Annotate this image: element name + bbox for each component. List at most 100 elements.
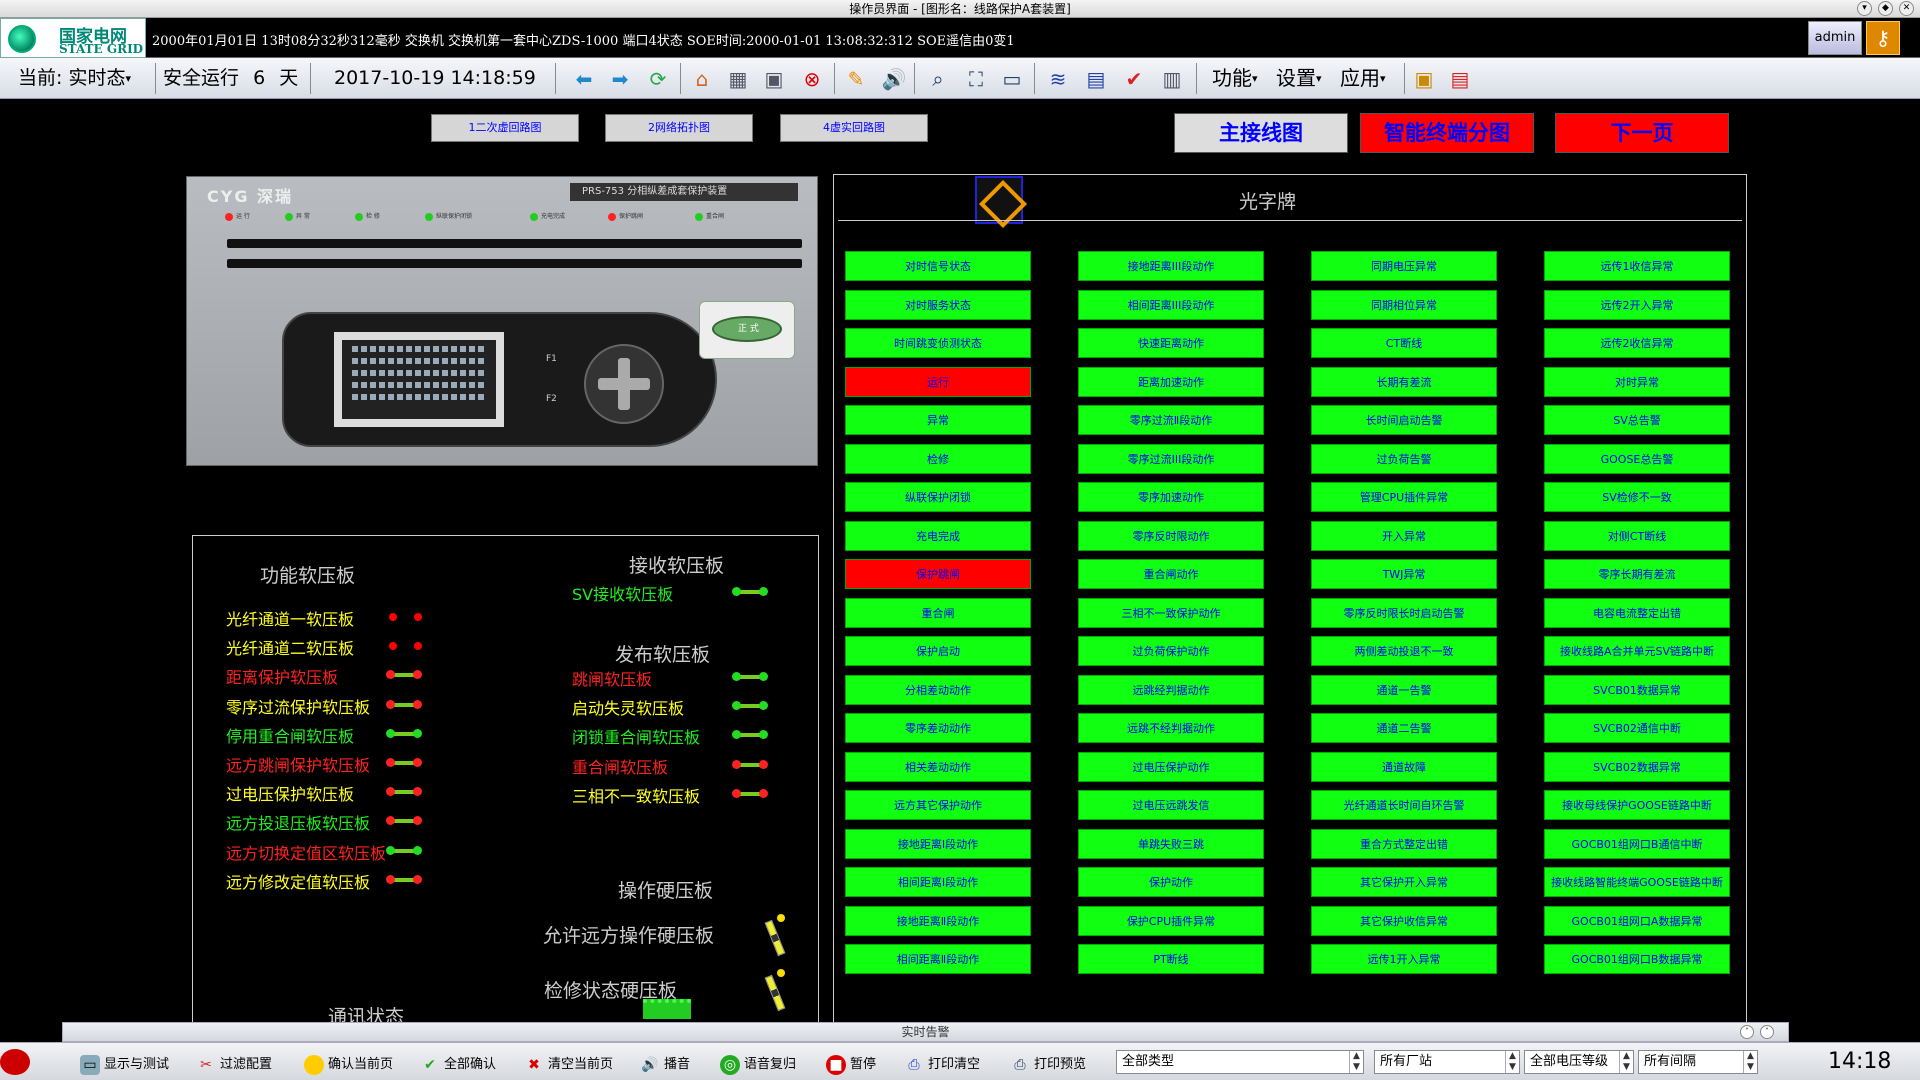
broom-icon[interactable]: ✎	[842, 65, 870, 93]
signal-tile[interactable]: 两侧差动投退不一致	[1311, 636, 1497, 666]
nav-secondary-circuit-button[interactable]: 1二次虚回路图	[431, 114, 579, 142]
signal-tile[interactable]: 相间距离Ⅰ段动作	[845, 867, 1031, 897]
signal-tile[interactable]: 远传2开入异常	[1544, 289, 1730, 320]
softboard-toggle-icon[interactable]	[732, 730, 768, 740]
signal-tile[interactable]: 检修	[845, 443, 1031, 474]
signal-tile[interactable]: 过电压远跳发信	[1078, 790, 1264, 820]
back-arrow-icon[interactable]: ⬅	[570, 65, 598, 93]
signal-tile[interactable]: 光纤通道长时间自环告警	[1311, 790, 1497, 820]
confirm-page-button[interactable]: 确认当前页	[304, 1053, 393, 1075]
display-test-button[interactable]: ▭ 显示与测试	[80, 1053, 169, 1075]
signal-tile[interactable]: 零序反时限动作	[1078, 520, 1264, 551]
signal-tile[interactable]: 对时信号状态	[845, 251, 1031, 281]
hardboard-switch-icon[interactable]	[763, 969, 786, 1013]
signal-tile[interactable]: 零序加速动作	[1078, 482, 1264, 512]
window-icon[interactable]: ▭	[998, 65, 1026, 93]
report-icon[interactable]: ▤	[1082, 65, 1110, 93]
signal-tile[interactable]: 对时服务状态	[845, 289, 1031, 320]
signal-tile[interactable]: 接地距离Ⅰ段动作	[845, 828, 1031, 859]
signal-tile[interactable]: 重合闸	[845, 597, 1031, 628]
softboard-toggle-icon[interactable]	[386, 699, 422, 709]
softboard-toggle-icon[interactable]	[386, 787, 422, 797]
print-preview-button[interactable]: ⎙ 打印预览	[1010, 1053, 1086, 1075]
minimize-icon[interactable]: ▾	[1857, 1, 1872, 16]
close-icon[interactable]: ✕	[1899, 1, 1914, 16]
image-icon[interactable]: ▣	[760, 65, 788, 93]
refresh-icon[interactable]: ⟳	[644, 65, 672, 93]
clear-page-button[interactable]: ✖ 清空当前页	[524, 1053, 613, 1075]
collapse-icon[interactable]: ˅	[1740, 1025, 1754, 1039]
signal-tile[interactable]: GOOSE总告警	[1544, 443, 1730, 474]
status-dot-icon[interactable]	[414, 642, 422, 651]
signal-tile[interactable]: 通道一告警	[1311, 674, 1497, 705]
next-page-button[interactable]: 下一页	[1555, 113, 1729, 153]
signal-tile[interactable]: 相间距离III段动作	[1078, 289, 1264, 320]
layers-icon[interactable]: ≋	[1044, 65, 1072, 93]
signal-tile[interactable]: SV检修不一致	[1544, 482, 1730, 512]
signal-tile[interactable]: 对时异常	[1544, 366, 1730, 397]
signal-tile[interactable]: SVCB02通信中断	[1544, 713, 1730, 743]
signal-tile[interactable]: 远方其它保护动作	[845, 790, 1031, 820]
signal-tile[interactable]: 同期电压异常	[1311, 251, 1497, 281]
signal-tile[interactable]: GOCB01组网口B数据异常	[1544, 944, 1730, 974]
signal-tile[interactable]: 接收母线保护GOOSE链路中断	[1544, 790, 1730, 820]
pause-button[interactable]: ■ 暂停	[826, 1053, 876, 1075]
signal-tile[interactable]: 零序过流III段动作	[1078, 443, 1264, 474]
softboard-toggle-icon[interactable]	[386, 845, 422, 855]
signal-tile[interactable]: TWJ异常	[1311, 559, 1497, 589]
voltage-filter-select[interactable]: 全部电压等级 ▲ ▼	[1524, 1050, 1634, 1074]
signal-tile[interactable]: 纵联保护闭锁	[845, 482, 1031, 512]
menu-function[interactable]: 功能▾	[1212, 64, 1258, 93]
signal-tile[interactable]: SVCB01数据异常	[1544, 674, 1730, 705]
signal-tile[interactable]: 远传1开入异常	[1311, 944, 1497, 974]
signal-tile[interactable]: 异常	[845, 405, 1031, 435]
hardboard-switch-icon[interactable]	[763, 914, 786, 958]
document-icon[interactable]: ▤	[1446, 65, 1474, 93]
smart-terminal-button[interactable]: 智能终端分图	[1360, 113, 1534, 153]
forward-arrow-icon[interactable]: ➡	[606, 65, 634, 93]
home-icon[interactable]: ⌂	[688, 65, 716, 93]
signal-tile[interactable]: 开入异常	[1311, 520, 1497, 551]
alarm-window-bar[interactable]: 实时告警 ˅ ˄	[62, 1022, 1789, 1042]
signal-tile[interactable]: 距离加速动作	[1078, 366, 1264, 397]
signal-tile[interactable]: 接地距离III段动作	[1078, 251, 1264, 281]
softboard-toggle-icon[interactable]	[386, 816, 422, 826]
user-label[interactable]: admin	[1808, 21, 1862, 55]
signal-tile[interactable]: 长时间启动告警	[1311, 405, 1497, 435]
signal-tile[interactable]: 远跳经判据动作	[1078, 674, 1264, 705]
bay-filter-select[interactable]: 所有间隔 ▲ ▼	[1638, 1050, 1758, 1074]
softboard-toggle-icon[interactable]	[386, 728, 422, 738]
zoom-icon[interactable]: ⌕	[924, 65, 952, 93]
grid-icon[interactable]: ▦	[724, 65, 752, 93]
softboard-toggle-icon[interactable]	[732, 701, 768, 711]
softboard-toggle-icon[interactable]	[732, 759, 768, 769]
print-clear-button[interactable]: ⎙ 打印清空	[904, 1053, 980, 1075]
redhat-icon[interactable]	[0, 1049, 30, 1075]
menu-settings[interactable]: 设置▾	[1276, 64, 1322, 93]
signal-tile[interactable]: 其它保护开入异常	[1311, 867, 1497, 897]
signal-tile[interactable]: 远跳不经判据动作	[1078, 713, 1264, 743]
signal-tile[interactable]: PT断线	[1078, 944, 1264, 974]
signal-tile[interactable]: 运行	[845, 366, 1031, 397]
signal-tile[interactable]: 通道故障	[1311, 751, 1497, 782]
signal-tile[interactable]: 快速距离动作	[1078, 328, 1264, 358]
calculator-icon[interactable]: ▥	[1158, 65, 1186, 93]
signal-tile[interactable]: 重合方式整定出错	[1311, 828, 1497, 859]
softboard-toggle-icon[interactable]	[732, 788, 768, 798]
confirm-all-button[interactable]: ✔ 全部确认	[420, 1053, 496, 1075]
softboard-toggle-icon[interactable]	[386, 874, 422, 884]
signal-tile[interactable]: 管理CPU插件异常	[1311, 482, 1497, 512]
status-dot-icon[interactable]	[389, 642, 397, 651]
filter-config-button[interactable]: ✂ 过滤配置	[196, 1053, 272, 1075]
move-icon[interactable]	[975, 176, 1023, 224]
signal-tile[interactable]: 重合闸动作	[1078, 559, 1264, 589]
signal-tile[interactable]: 零序过流Ⅱ段动作	[1078, 405, 1264, 435]
station-filter-select[interactable]: 所有厂站 ▲ ▼	[1374, 1050, 1520, 1074]
signal-tile[interactable]: 接地距离Ⅱ段动作	[845, 905, 1031, 936]
signal-tile[interactable]: 远传1收信异常	[1544, 251, 1730, 281]
mode-selector[interactable]: 当前: 实时态▾	[18, 64, 131, 93]
signal-tile[interactable]: 充电完成	[845, 520, 1031, 551]
signal-tile[interactable]: 其它保护收信异常	[1311, 905, 1497, 936]
menu-apps[interactable]: 应用▾	[1340, 64, 1386, 93]
signal-tile[interactable]: 过电压保护动作	[1078, 751, 1264, 782]
